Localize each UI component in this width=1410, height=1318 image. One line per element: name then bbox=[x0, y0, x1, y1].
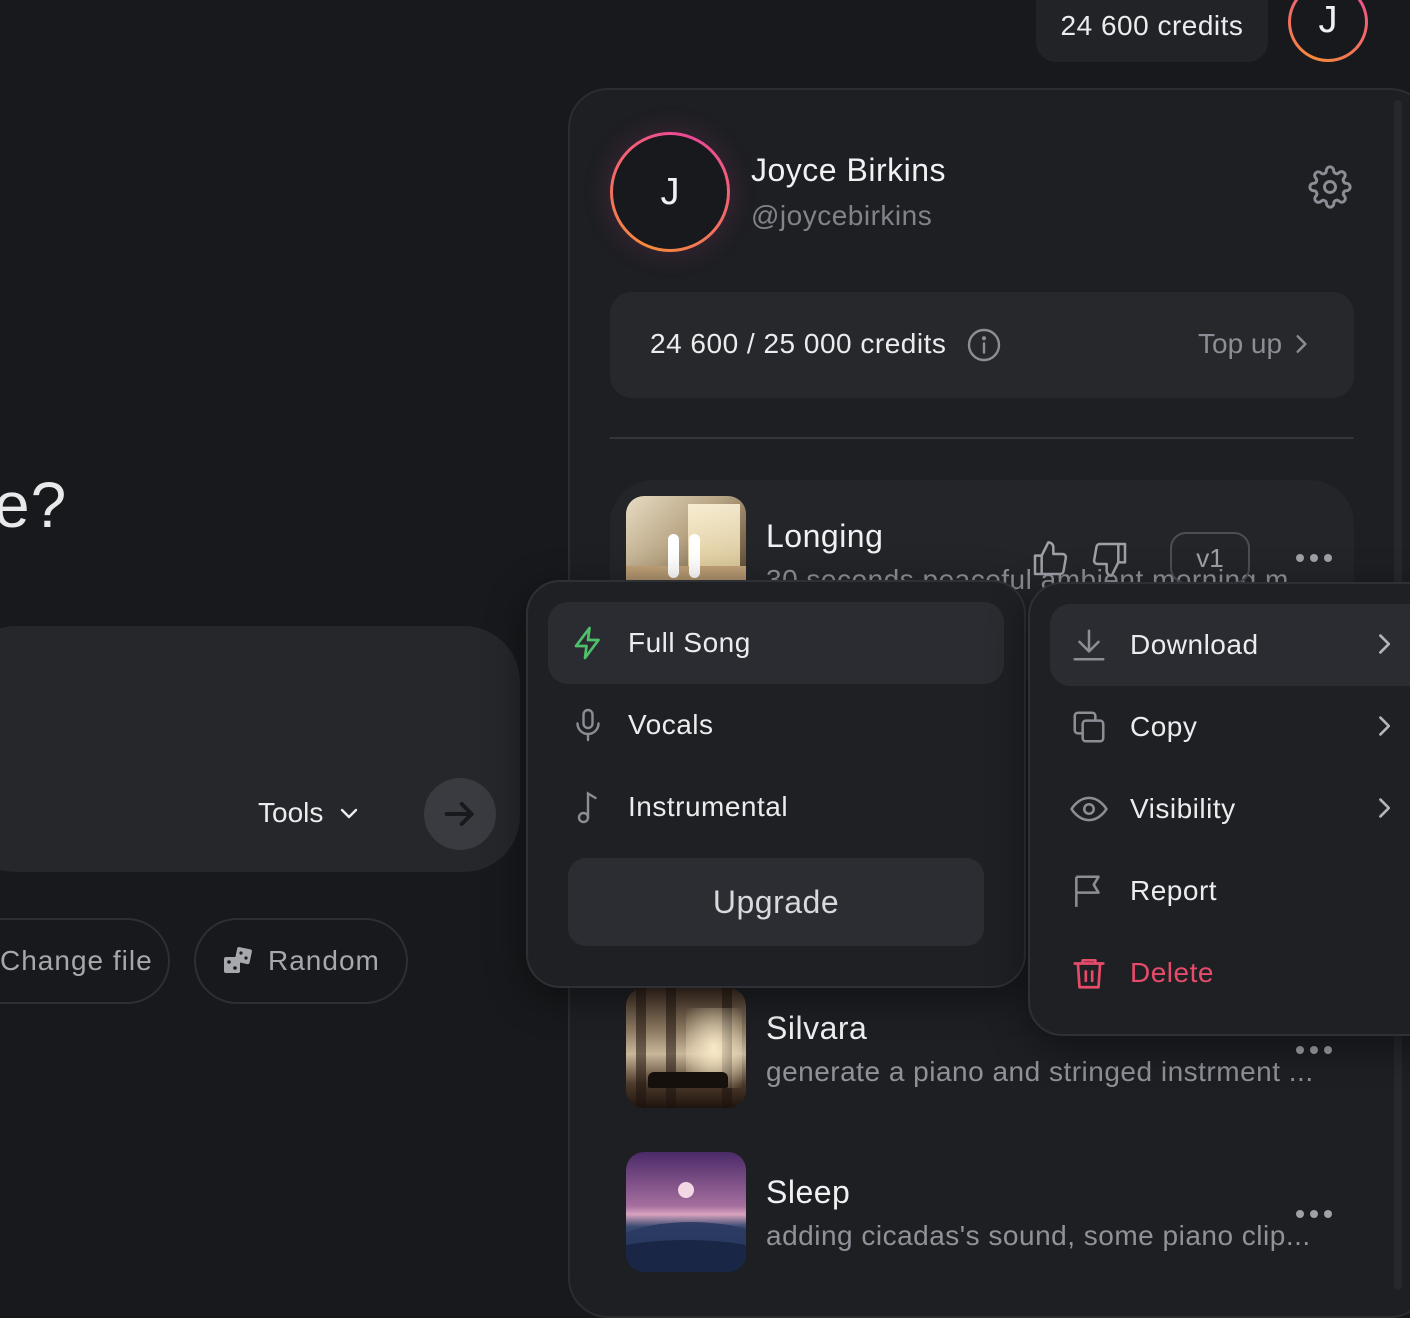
profile-handle: @joycebirkins bbox=[751, 200, 933, 231]
profile-avatar-initial: J bbox=[613, 135, 727, 249]
avatar-initial: J bbox=[1291, 0, 1365, 59]
menu-item-full-song[interactable]: Full Song bbox=[548, 602, 1004, 684]
chevron-right-icon bbox=[1376, 796, 1392, 820]
menu-item-vocals[interactable]: Vocals bbox=[548, 684, 1004, 766]
credits-balance: 24 600 / 25 000 credits bbox=[650, 328, 947, 359]
divider bbox=[610, 437, 1354, 439]
chevron-right-icon bbox=[1376, 632, 1392, 656]
profile-name: Joyce Birkins bbox=[751, 152, 946, 188]
credits-chip-label: 24 600 credits bbox=[1060, 10, 1244, 41]
tools-dropdown-button[interactable]: Tools bbox=[258, 792, 361, 834]
thumbs-up-icon[interactable] bbox=[1030, 538, 1070, 580]
more-options-icon[interactable] bbox=[1296, 1210, 1332, 1218]
flag-icon bbox=[1070, 871, 1108, 911]
dice-icon bbox=[222, 945, 254, 977]
song-title[interactable]: Longing bbox=[766, 518, 883, 555]
microphone-icon bbox=[570, 705, 606, 745]
lightning-icon bbox=[570, 623, 606, 663]
change-file-button[interactable]: Change file bbox=[0, 918, 170, 1004]
pause-icon[interactable] bbox=[668, 534, 700, 578]
chevron-right-icon bbox=[1376, 714, 1392, 738]
chevron-down-icon bbox=[337, 801, 361, 825]
menu-item-label: Report bbox=[1130, 875, 1218, 906]
song-description: adding cicadas's sound, some piano clip.… bbox=[766, 1220, 1311, 1251]
settings-gear-icon[interactable] bbox=[1308, 165, 1352, 209]
music-note-icon bbox=[570, 787, 606, 827]
more-options-icon[interactable] bbox=[1296, 1046, 1332, 1054]
version-badge[interactable]: v1 bbox=[1170, 532, 1250, 584]
menu-item-visibility[interactable]: Visibility bbox=[1050, 768, 1410, 850]
upgrade-button[interactable]: Upgrade bbox=[568, 858, 984, 946]
menu-item-download[interactable]: Download bbox=[1050, 604, 1410, 686]
menu-item-label: Visibility bbox=[1130, 793, 1236, 824]
menu-item-label: Delete bbox=[1130, 957, 1214, 988]
random-button[interactable]: Random bbox=[194, 918, 408, 1004]
top-up-link[interactable]: Top up bbox=[1198, 328, 1310, 360]
menu-item-label: Full Song bbox=[628, 627, 751, 658]
info-icon[interactable] bbox=[966, 327, 1002, 363]
song-title[interactable]: Sleep bbox=[766, 1174, 850, 1211]
menu-item-copy[interactable]: Copy bbox=[1050, 686, 1410, 768]
more-options-icon[interactable] bbox=[1296, 554, 1332, 562]
thumbs-down-icon[interactable] bbox=[1090, 538, 1130, 580]
song-cover-silvara[interactable] bbox=[626, 988, 746, 1108]
download-icon bbox=[1070, 625, 1108, 665]
tools-label: Tools bbox=[258, 797, 324, 828]
trash-icon bbox=[1070, 953, 1108, 993]
top-up-label: Top up bbox=[1198, 328, 1283, 359]
change-file-label: Change file bbox=[0, 945, 153, 976]
menu-item-label: Download bbox=[1130, 629, 1259, 660]
credits-chip[interactable]: 24 600 credits bbox=[1036, 0, 1268, 62]
menu-item-label: Instrumental bbox=[628, 791, 789, 822]
menu-item-label: Vocals bbox=[628, 709, 714, 740]
random-label: Random bbox=[268, 945, 380, 976]
profile-avatar: J bbox=[610, 132, 730, 252]
song-title[interactable]: Silvara bbox=[766, 1010, 867, 1047]
menu-item-delete[interactable]: Delete bbox=[1050, 932, 1410, 1014]
eye-icon bbox=[1070, 789, 1108, 829]
song-cover-sleep[interactable] bbox=[626, 1152, 746, 1272]
send-button[interactable] bbox=[424, 778, 496, 850]
song-description: generate a piano and stringed instrment … bbox=[766, 1056, 1314, 1087]
menu-item-instrumental[interactable]: Instrumental bbox=[548, 766, 1004, 848]
menu-item-report[interactable]: Report bbox=[1050, 850, 1410, 932]
user-avatar-button[interactable]: J bbox=[1288, 0, 1368, 62]
copy-icon bbox=[1070, 707, 1108, 747]
chevron-right-icon bbox=[1292, 333, 1310, 355]
menu-item-label: Copy bbox=[1130, 711, 1198, 742]
arrow-right-icon bbox=[440, 794, 480, 834]
hero-heading-fragment: e? bbox=[0, 469, 68, 541]
